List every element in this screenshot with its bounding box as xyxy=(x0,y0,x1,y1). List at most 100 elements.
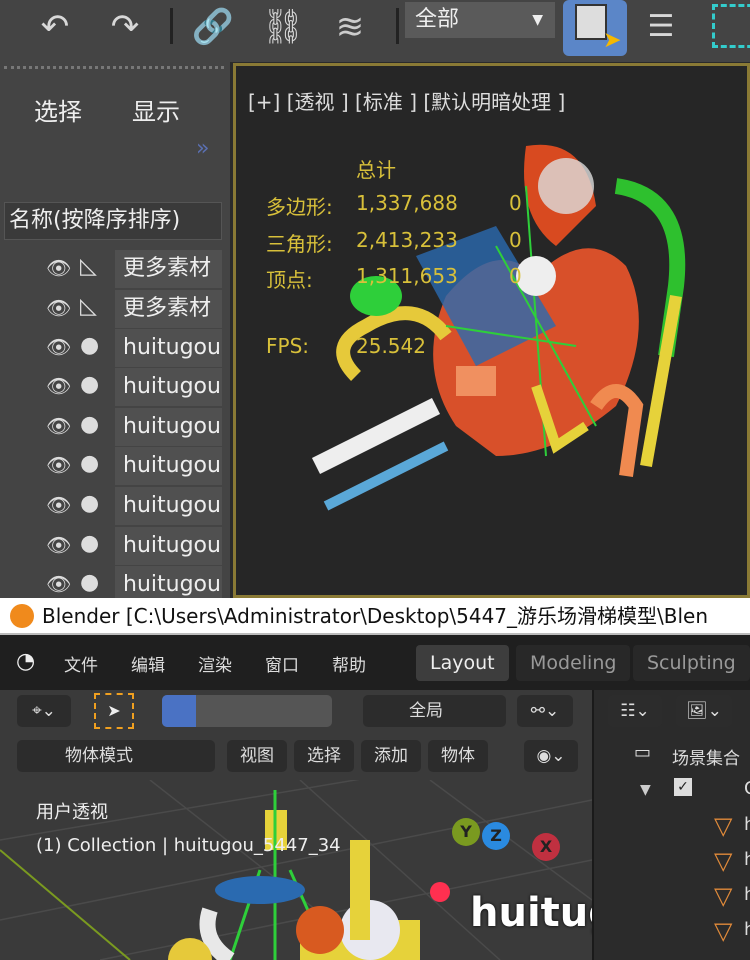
menu-window[interactable]: 窗口 xyxy=(265,651,299,676)
menu-render[interactable]: 渲染 xyxy=(198,651,232,676)
select-object-button[interactable]: ➤ xyxy=(563,0,627,56)
object-icon: ● xyxy=(80,333,100,358)
outliner-item[interactable]: ▽ h xyxy=(594,810,750,844)
checkbox[interactable]: ✓ xyxy=(674,778,692,796)
list-item[interactable]: 👁 ◺ 更多素材 xyxy=(0,250,222,288)
blender-menu-icon[interactable]: ◔ xyxy=(16,649,35,674)
toolbar-separator xyxy=(170,8,173,44)
expand-triangle-icon[interactable]: ▼ xyxy=(640,782,651,798)
outliner-item[interactable]: ▽ h xyxy=(594,845,750,879)
mode-value: 物体模式 xyxy=(65,746,133,766)
item-name: h xyxy=(744,849,750,870)
link-icon[interactable]: 🔗 xyxy=(188,6,238,48)
object-icon: ● xyxy=(80,491,100,516)
polygons-label: 多边形: xyxy=(266,195,333,219)
mesh-object-icon: ▽ xyxy=(714,917,733,945)
vertices-value: 1,311,653 xyxy=(356,264,458,288)
list-item[interactable]: 👁 ◺ 更多素材 xyxy=(0,290,222,328)
list-item[interactable]: 👁 ● huitugou xyxy=(0,487,222,525)
tab-modeling[interactable]: Modeling xyxy=(516,645,631,681)
chevron-down-icon: ▼ xyxy=(532,12,543,28)
eye-icon[interactable]: 👁 xyxy=(46,296,71,320)
eye-icon[interactable]: 👁 xyxy=(46,414,71,438)
bind-space-warp-icon[interactable]: ≋ xyxy=(325,6,375,48)
outliner: ☷⌄ 🖼⌄ ▭ 场景集合 ▼ ✓ C ▽h ▽h ▽h ▽h xyxy=(592,690,750,960)
tab-layout[interactable]: Layout xyxy=(416,645,509,681)
unlink-icon[interactable]: ⛓ xyxy=(258,6,308,48)
selected-vertices-value: 0 xyxy=(509,264,522,288)
filter-dropdown[interactable]: 🖼⌄ xyxy=(676,695,732,727)
mode-new-selection-icon[interactable] xyxy=(162,695,196,727)
max-perspective-viewport[interactable]: [+] [透视 ] [标准 ] [默认明暗处理 ] 总计 多边形: 1,337,… xyxy=(233,63,750,598)
selected-triangles-value: 0 xyxy=(509,228,522,252)
selected-polygons-value: 0 xyxy=(509,191,522,215)
menu-view[interactable]: 视图 xyxy=(227,740,287,772)
tab-select[interactable]: 选择 xyxy=(34,92,82,127)
collection-icon: ▭ xyxy=(634,742,652,763)
select-by-name-icon[interactable]: ☰ xyxy=(636,6,686,48)
toolbar-separator xyxy=(396,8,399,44)
transform-orientation-dropdown[interactable]: 全局 xyxy=(363,695,506,727)
list-item[interactable]: 👁 ● huitugou xyxy=(0,329,222,367)
name-column-header[interactable]: 名称(按降序排序) xyxy=(4,202,222,240)
mesh-object-icon: ▽ xyxy=(714,882,733,910)
orientation-value: 全局 xyxy=(409,701,443,721)
visibility-dropdown[interactable]: ◉⌄ xyxy=(524,740,578,772)
outliner-item[interactable]: ▽ h xyxy=(594,880,750,914)
vertices-label: 顶点: xyxy=(266,268,313,292)
menu-object[interactable]: 物体 xyxy=(428,740,488,772)
menu-edit[interactable]: 编辑 xyxy=(131,651,165,676)
undo-icon[interactable]: ↶ xyxy=(30,6,80,48)
axis-y-gizmo[interactable]: Y xyxy=(452,818,480,846)
mode-dropdown[interactable]: 物体模式 xyxy=(17,740,215,772)
object-list: 👁 ◺ 更多素材 👁 ◺ 更多素材 👁 ● huitugou 👁 ● huitugou 👁 ● hu… xyxy=(0,248,230,598)
view-name: 用户透视 xyxy=(36,802,108,823)
select-tool-icon[interactable]: ➤ xyxy=(94,693,134,729)
axis-x-gizmo[interactable]: X xyxy=(532,833,560,861)
collection-info: (1) Collection | huitugou_5447_34 xyxy=(36,835,341,856)
menu-add[interactable]: 添加 xyxy=(361,740,421,772)
triangles-label: 三角形: xyxy=(266,232,333,256)
blender-top-bar: ◔ 文件 编辑 渲染 窗口 帮助 Layout Modeling Sculpti… xyxy=(0,635,750,690)
display-mode-dropdown[interactable]: ☷⌄ xyxy=(608,695,662,727)
item-name: huitugou xyxy=(115,329,222,367)
eye-icon[interactable]: 👁 xyxy=(46,335,71,359)
eye-icon[interactable]: 👁 xyxy=(46,533,71,557)
window-title: Blender [C:\Users\Administrator\Desktop\… xyxy=(0,598,750,635)
list-item[interactable]: 👁 ● huitugou xyxy=(0,408,222,446)
list-item[interactable]: 👁 ● huitugou xyxy=(0,527,222,565)
item-name: h xyxy=(744,884,750,905)
list-item[interactable]: 👁 ● huitugou xyxy=(0,566,222,598)
menu-file[interactable]: 文件 xyxy=(64,651,98,676)
blender-logo-icon xyxy=(10,604,34,628)
menu-help[interactable]: 帮助 xyxy=(332,651,366,676)
eye-icon[interactable]: 👁 xyxy=(46,572,71,596)
stats-header: 总计 xyxy=(356,158,396,182)
eye-icon[interactable]: 👁 xyxy=(46,256,71,280)
snapping-dropdown[interactable]: ⚯⌄ xyxy=(517,695,573,727)
item-name: h xyxy=(744,814,750,835)
selection-filter-dropdown[interactable]: 全部 ▼ xyxy=(405,2,555,38)
menu-select[interactable]: 选择 xyxy=(294,740,354,772)
rectangular-selection-icon[interactable] xyxy=(712,4,750,48)
redo-icon[interactable]: ↷ xyxy=(100,6,150,48)
list-item[interactable]: 👁 ● huitugou xyxy=(0,368,222,406)
collection-name[interactable]: C xyxy=(744,778,750,799)
mesh-object-icon: ▽ xyxy=(714,847,733,875)
item-name: huitugou xyxy=(115,566,222,598)
axis-z-gizmo[interactable]: Z xyxy=(482,822,510,850)
expand-icon[interactable]: » xyxy=(196,136,209,161)
item-name: huitugou xyxy=(115,368,222,406)
panel-grip[interactable] xyxy=(4,66,224,70)
outliner-item[interactable]: ▽ h xyxy=(594,915,750,949)
transform-pivot-dropdown[interactable]: ⌖⌄ xyxy=(17,695,71,727)
tab-display[interactable]: 显示 xyxy=(132,92,180,127)
list-item[interactable]: 👁 ● huitugou xyxy=(0,447,222,485)
tab-sculpting[interactable]: Sculpting xyxy=(633,645,750,681)
viewport-label-menu[interactable]: [+] [透视 ] [标准 ] [默认明暗处理 ] xyxy=(248,86,565,115)
eye-icon[interactable]: 👁 xyxy=(46,374,71,398)
triangles-value: 2,413,233 xyxy=(356,228,458,252)
selection-filter-value: 全部 xyxy=(415,7,460,32)
eye-icon[interactable]: 👁 xyxy=(46,453,71,477)
eye-icon[interactable]: 👁 xyxy=(46,493,71,517)
